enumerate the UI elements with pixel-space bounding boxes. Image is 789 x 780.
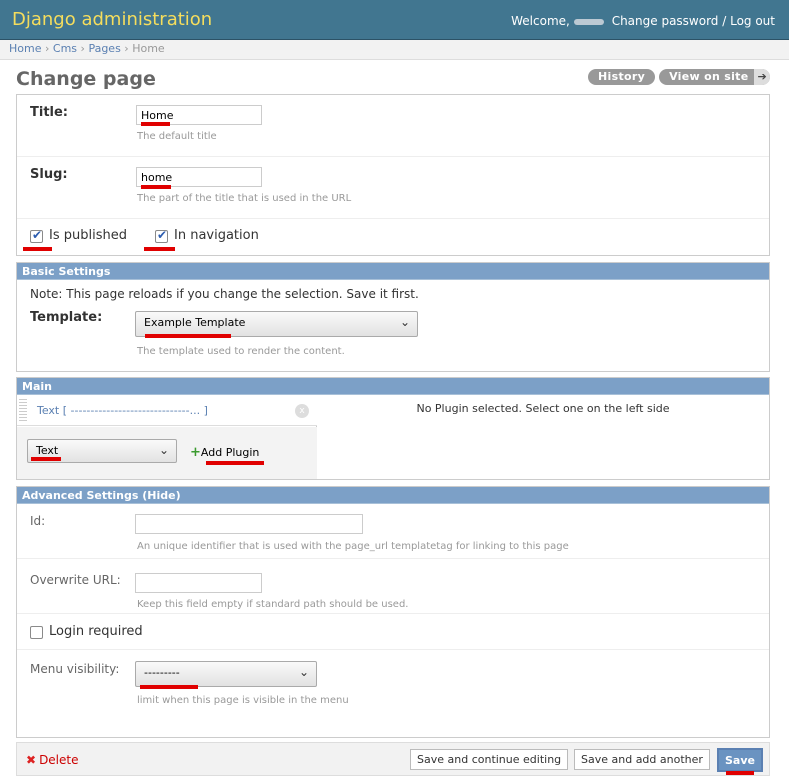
change-password-link[interactable]: Change password: [612, 14, 719, 28]
advanced-settings-title: Advanced Settings (: [22, 489, 148, 502]
in-navigation-checkbox[interactable]: [155, 228, 168, 243]
chevron-down-icon: ⌄: [158, 443, 169, 457]
slug-label: Slug:: [30, 167, 68, 182]
breadcrumb: Home › Cms › Pages › Home: [0, 40, 789, 60]
annotation-mark: [23, 247, 52, 251]
id-row: Id: An unique identifier that is used wi…: [17, 504, 769, 559]
basic-settings-fieldset: Basic Settings Note: This page reloads i…: [16, 262, 770, 372]
menu-visibility-help: limit when this page is visible in the m…: [137, 695, 349, 706]
annotation-mark: [145, 334, 231, 338]
id-input[interactable]: [135, 514, 363, 534]
login-required-row: Login required: [17, 614, 769, 650]
site-brand[interactable]: Django administration: [12, 9, 212, 30]
menu-visibility-value: ---------: [144, 666, 180, 679]
save-add-another-button[interactable]: Save and add another: [574, 749, 710, 770]
save-continue-button[interactable]: Save and continue editing: [410, 749, 569, 770]
annotation-mark: [141, 185, 171, 189]
slug-input[interactable]: [136, 167, 262, 187]
save-button[interactable]: Save: [717, 748, 763, 772]
chevron-down-icon: ⌄: [399, 315, 410, 329]
is-published-checkbox[interactable]: [30, 228, 43, 243]
advanced-settings-heading: Advanced Settings (Hide): [17, 487, 769, 504]
delete-icon: ✖: [26, 753, 37, 767]
no-plugin-message: No Plugin selected. Select one on the le…: [416, 402, 670, 415]
breadcrumb-separator: ›: [120, 42, 133, 55]
advanced-settings-fieldset: Advanced Settings (Hide) Id: An unique i…: [16, 486, 770, 738]
annotation-mark: [726, 771, 754, 775]
id-help: An unique identifier that is used with t…: [137, 541, 569, 552]
plugin-list: Text [ ------------------------------...…: [17, 396, 317, 479]
breadcrumb-separator: ›: [77, 42, 89, 55]
is-published-label: Is published: [49, 228, 127, 243]
overwrite-url-label: Overwrite URL:: [30, 573, 121, 587]
page-title: Change page: [16, 68, 156, 90]
plugin-tab-text[interactable]: Text [ ------------------------------...…: [17, 396, 317, 426]
login-required-checkbox[interactable]: [30, 626, 43, 639]
delete-label: Delete: [39, 753, 79, 767]
slug-row: Slug: The part of the title that is used…: [17, 157, 769, 219]
overwrite-url-row: Overwrite URL: Keep this field empty if …: [17, 559, 769, 614]
breadcrumb-separator: ›: [41, 42, 53, 55]
add-plugin-bar: Text ⌄ +Add Plugin: [17, 427, 317, 479]
annotation-mark: [140, 685, 198, 689]
header-bar: Django administration Welcome, Change pa…: [0, 0, 789, 40]
template-select-value: Example Template: [144, 316, 246, 329]
login-required-label: Login required: [49, 624, 143, 639]
annotation-mark: [31, 457, 61, 461]
plugin-type-value: Text: [36, 444, 59, 457]
main-placeholder-heading: Main: [17, 378, 769, 395]
title-row: Title: The default title: [17, 95, 769, 157]
add-plugin-label: Add Plugin: [200, 446, 260, 459]
breadcrumb-home[interactable]: Home: [9, 42, 41, 55]
hide-advanced-link[interactable]: Hide: [147, 489, 175, 502]
template-reload-note: Note: This page reloads if you change th…: [30, 287, 419, 301]
breadcrumb-current: Home: [132, 42, 165, 55]
drag-handle-icon[interactable]: [19, 399, 27, 423]
main-fieldset: Title: The default title Slug: The part …: [16, 94, 770, 256]
close-icon[interactable]: x: [295, 404, 309, 418]
breadcrumb-pages[interactable]: Pages: [88, 42, 120, 55]
overwrite-url-input[interactable]: [135, 573, 262, 593]
annotation-mark: [141, 122, 170, 126]
menu-visibility-row: Menu visibility: --------- ⌄ limit when …: [17, 650, 769, 712]
overwrite-url-help: Keep this field empty if standard path s…: [137, 599, 409, 610]
user-tools: Welcome, Change password / Log out: [511, 14, 775, 28]
advanced-settings-paren: ): [175, 489, 181, 502]
user-tools-separator: /: [718, 14, 731, 28]
view-on-site-label: View on site: [669, 70, 749, 83]
history-button[interactable]: History: [588, 69, 656, 85]
annotation-mark: [206, 461, 264, 465]
plugin-tab-title: Text [ ------------------------------...…: [37, 404, 208, 417]
submit-row: ✖ Delete Save and continue editing Save a…: [16, 742, 770, 776]
template-label: Template:: [30, 310, 103, 325]
checkbox-row: Is published In navigation: [17, 219, 769, 255]
basic-settings-heading: Basic Settings: [17, 263, 769, 280]
view-on-site-button[interactable]: View on site ➔: [659, 69, 770, 85]
delete-link[interactable]: ✖ Delete: [26, 753, 79, 767]
plugin-editor: No Plugin selected. Select one on the le…: [317, 396, 769, 479]
add-plugin-button[interactable]: +Add Plugin: [190, 445, 259, 460]
log-out-link[interactable]: Log out: [730, 14, 775, 28]
menu-visibility-label: Menu visibility:: [30, 662, 120, 676]
plus-icon: +: [190, 445, 201, 460]
slug-help: The part of the title that is used in th…: [137, 193, 352, 204]
in-navigation-label: In navigation: [174, 228, 259, 243]
annotation-mark: [144, 247, 175, 251]
menu-visibility-select[interactable]: --------- ⌄: [135, 661, 317, 687]
welcome-text: Welcome,: [511, 14, 570, 28]
title-help: The default title: [137, 131, 217, 142]
chevron-down-icon: ⌄: [298, 665, 309, 679]
arrow-right-icon: ➔: [754, 69, 770, 85]
id-label: Id:: [30, 514, 46, 528]
breadcrumb-cms[interactable]: Cms: [53, 42, 77, 55]
username-redacted: [573, 18, 604, 25]
title-label: Title:: [30, 105, 69, 120]
template-help: The template used to render the content.: [137, 346, 345, 357]
object-tools: History View on site ➔: [584, 69, 770, 85]
main-placeholder-fieldset: Main Text [ ----------------------------…: [16, 377, 770, 480]
